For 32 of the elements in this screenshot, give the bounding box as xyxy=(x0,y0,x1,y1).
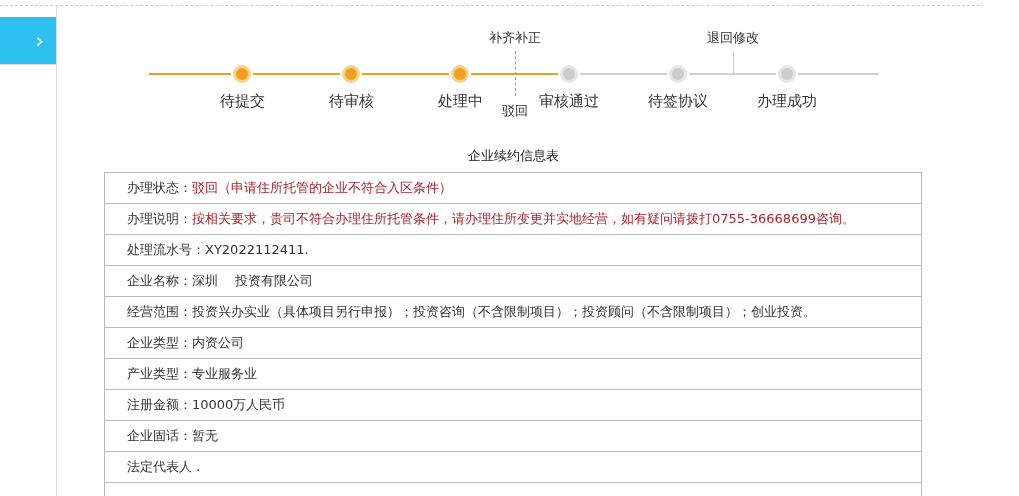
field-value: 按相关要求，贵司不符合办理住所托管条件，请办理住所变更并实地经营，如有疑问请拨打0755-36668699咨询。 xyxy=(192,210,855,229)
branch-return-label: 驳回 xyxy=(501,102,528,120)
field-label: 企业名称： xyxy=(127,272,192,291)
field-label: 办理状态： xyxy=(127,179,192,198)
field-label: 注册金额： xyxy=(127,396,192,415)
step-label: 审核通过 xyxy=(538,91,600,112)
field-label: 企业类型： xyxy=(127,334,192,353)
expand-button[interactable]: › xyxy=(0,17,56,65)
branch-line xyxy=(732,51,734,74)
step-label: 待提交 xyxy=(218,91,266,112)
field-value: 暂无 xyxy=(192,427,218,446)
field-label: 产业类型： xyxy=(127,365,192,384)
branch-label: 退回修改 xyxy=(705,29,760,47)
field-value: 10000万人民币 xyxy=(192,396,286,415)
step-label: 处理中 xyxy=(436,91,484,112)
step-label: 待审核 xyxy=(327,91,375,112)
field-value: 内资公司 xyxy=(192,334,244,353)
table-title: 企业续约信息表 xyxy=(466,147,560,165)
field-value: 驳回（申请住所托管的企业不符合入区条件） xyxy=(192,179,452,198)
field-label: 办理说明： xyxy=(127,210,192,229)
branch-label: 补齐补正 xyxy=(487,29,542,47)
field-label: 处理流水号： xyxy=(127,241,205,260)
field-value: 投资兴办实业（具体项目另行申报）；投资咨询（不含限制项目）；投资顾问（不含限制项目）；创业投资。 xyxy=(192,303,816,322)
field-value: 专业服务业 xyxy=(192,365,257,384)
field-value: 深圳 投资有限公司 xyxy=(192,272,313,291)
field-label: 经营范围： xyxy=(127,303,192,322)
field-label: 企业固话： xyxy=(127,427,192,446)
step-label: 办理成功 xyxy=(756,91,818,112)
step-label: 待签协议 xyxy=(647,91,709,112)
field-value: XY2022112411. xyxy=(205,241,309,260)
branch-line xyxy=(514,51,516,96)
field-label: 法定代表人 . xyxy=(127,458,201,477)
